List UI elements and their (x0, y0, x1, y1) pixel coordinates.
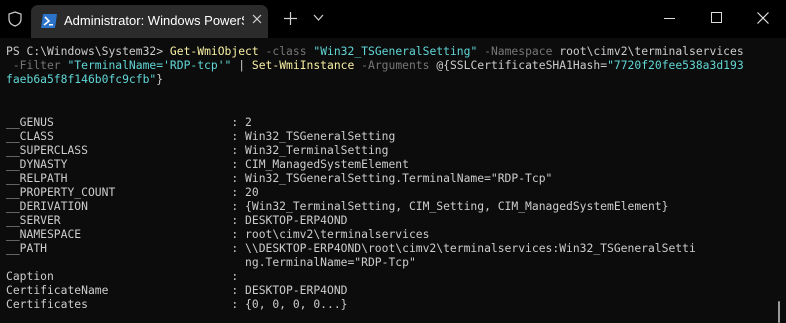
string-value: "TerminalName='RDP-tcp'" (67, 58, 232, 72)
pipe: | (231, 58, 252, 72)
title-bar: Administrator: Windows PowerShell (0, 0, 786, 38)
output-line: __SERVER : DESKTOP-ERP4OND (6, 213, 348, 227)
string-value: "Win32_TSGeneralSetting" (313, 44, 478, 58)
maximize-icon[interactable] (711, 12, 722, 23)
output-line: Certificates : {0, 0, 0, 0...} (6, 297, 348, 311)
parameter: -Arguments (354, 58, 437, 72)
close-icon[interactable] (252, 14, 262, 24)
output-line: __PROPERTY_COUNT : 20 (6, 185, 259, 199)
output-line: __GENUS : 2 (6, 115, 252, 129)
string-value: faeb6a5f8f146b0fc9cfb" (6, 72, 157, 86)
tab-title: Administrator: Windows PowerShell (64, 13, 244, 28)
terminal-output[interactable]: PS C:\Windows\System32> Get-WmiObject -c… (0, 38, 786, 323)
minimize-icon[interactable] (664, 18, 675, 19)
close-icon[interactable] (757, 12, 769, 24)
plus-icon[interactable] (284, 12, 297, 25)
output-line: __DERIVATION : {Win32_TerminalSetting, C… (6, 199, 669, 213)
cmdlet: Get-WmiObject (169, 44, 259, 58)
command-line: PS C:\Windows\System32> Get-WmiObject -c… (6, 44, 744, 58)
command-line: faeb6a5f8f146b0fc9cfb"} (6, 72, 163, 86)
output-line: Caption : (6, 269, 239, 283)
hashtable: } (156, 72, 164, 86)
tab-powershell[interactable]: Administrator: Windows PowerShell (31, 5, 268, 38)
output-line: __CLASS : Win32_TSGeneralSetting (6, 129, 396, 143)
scrollbar-thumb[interactable] (778, 301, 780, 323)
output-line: __RELPATH : Win32_TSGeneralSetting.Termi… (6, 171, 553, 185)
chevron-down-icon[interactable] (313, 14, 324, 22)
output-line: ng.TerminalName="RDP-Tcp" (6, 255, 416, 269)
command-line: -Filter "TerminalName='RDP-tcp'" | Set-W… (6, 58, 744, 72)
hashtable: @{SSLCertificateSHA1Hash= (436, 58, 608, 72)
string-value: "7720f20fee538a3d193 (607, 58, 744, 72)
argument: root\cimv2\terminalservices (559, 44, 744, 58)
parameter: -Filter (6, 58, 68, 72)
output-line: __DYNASTY : CIM_ManagedSystemElement (6, 157, 409, 171)
output-line: CertificateName : DESKTOP-ERP4OND (6, 283, 348, 297)
output-line: __PATH : \\DESKTOP-ERP4OND\root\cimv2\te… (6, 241, 696, 255)
cmdlet: Set-WmiInstance (251, 58, 355, 72)
parameter: -class (258, 44, 314, 58)
output-line: __SUPERCLASS : Win32_TerminalSetting (6, 143, 389, 157)
output-line: __NAMESPACE : root\cimv2\terminalservice… (6, 227, 430, 241)
parameter: -Namespace (477, 44, 560, 58)
shield-icon (8, 11, 22, 27)
prompt: PS C:\Windows\System32> (6, 44, 170, 58)
powershell-icon (41, 14, 57, 28)
